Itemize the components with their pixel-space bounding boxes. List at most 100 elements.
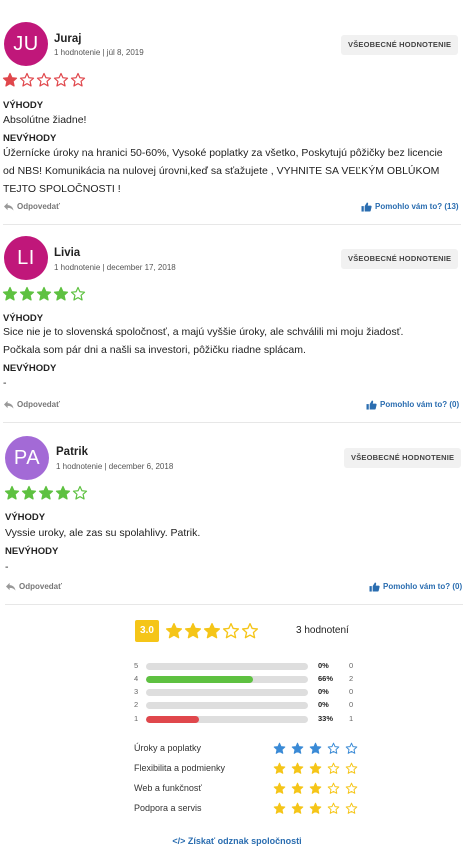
star-filled-icon <box>2 286 18 301</box>
criteria-stars <box>273 742 363 756</box>
cons-label: NEVÝHODY <box>5 546 59 557</box>
review-meta: 1 hodnotenie | júl 8, 2019 <box>54 48 144 57</box>
distribution-row[interactable]: 4 66% 2 <box>0 674 474 686</box>
avatar: PA <box>5 436 49 480</box>
thumbs-up-icon <box>369 582 380 592</box>
star-empty-icon <box>70 286 86 301</box>
dist-star-label: 3 <box>134 687 139 696</box>
star-filled-icon <box>55 485 71 500</box>
pros-text: Absolútne žiadne! <box>3 114 87 126</box>
review-card: LI Livia 1 hodnotenie | december 17, 201… <box>0 226 474 424</box>
reply-label: Odpovedať <box>17 400 60 409</box>
category-badge: VŠEOBECNÉ HODNOTENIE <box>341 35 459 55</box>
dist-bar-fill <box>146 676 253 683</box>
dist-star-label: 2 <box>134 700 139 709</box>
pros-label: VÝHODY <box>5 512 46 523</box>
criteria-label: Flexibilita a podmienky <box>134 763 226 773</box>
star-empty-icon <box>19 72 35 87</box>
star-empty-icon <box>222 622 240 639</box>
thumbs-up-icon <box>361 202 372 212</box>
summary-stars <box>165 622 260 639</box>
reply-button[interactable]: Odpovedať <box>5 582 62 591</box>
criteria-label: Web a funkčnosť <box>134 783 202 793</box>
score-badge: 3.0 <box>135 620 159 642</box>
star-empty-icon <box>345 782 358 794</box>
criteria-label: Podpora a servis <box>134 803 202 813</box>
thumbs-up-icon <box>366 400 377 410</box>
review-card: PA Patrik 1 hodnotenie | december 6, 201… <box>0 424 474 610</box>
get-badge-link[interactable]: </> Získať odznak spoločnosti <box>0 836 474 846</box>
criteria-stars <box>273 762 363 776</box>
reply-label: Odpovedať <box>17 202 60 211</box>
criteria-label: Úroky a poplatky <box>134 743 202 753</box>
helpful-label: Pomohlo vám to? (13) <box>375 202 459 212</box>
star-filled-icon <box>184 622 202 639</box>
star-empty-icon <box>327 782 340 794</box>
star-empty-icon <box>327 802 340 814</box>
star-empty-icon <box>327 762 340 774</box>
reply-button[interactable]: Odpovedať <box>3 400 60 409</box>
avatar: LI <box>4 236 48 280</box>
divider <box>3 224 461 225</box>
helpful-button[interactable]: Pomohlo vám to? (0) <box>366 400 459 410</box>
distribution-row[interactable]: 5 0% 0 <box>0 661 474 673</box>
star-filled-icon <box>273 802 286 814</box>
helpful-label: Pomohlo vám to? (0) <box>380 400 460 410</box>
reply-button[interactable]: Odpovedať <box>3 202 60 211</box>
review-stars <box>2 286 87 302</box>
star-filled-icon <box>309 802 322 814</box>
star-empty-icon <box>70 72 86 87</box>
star-filled-icon <box>21 485 37 500</box>
star-empty-icon <box>72 485 88 500</box>
distribution-row[interactable]: 3 0% 0 <box>0 687 474 699</box>
pros-text: Vyssie uroky, ale zas su spolahlivy. Pat… <box>5 527 201 539</box>
cons-text: Úžernícke úroky na hranici 50-60%, Vysok… <box>3 147 443 195</box>
star-filled-icon <box>273 762 286 774</box>
dist-bar-fill <box>146 716 200 723</box>
reviewer-name[interactable]: Juraj <box>54 33 82 45</box>
star-empty-icon <box>327 742 340 754</box>
helpful-button[interactable]: Pomohlo vám to? (0) <box>369 582 462 592</box>
category-badge: VŠEOBECNÉ HODNOTENIE <box>341 249 459 269</box>
star-filled-icon <box>291 782 304 794</box>
dist-count: 0 <box>349 700 354 709</box>
star-empty-icon <box>241 622 259 639</box>
star-filled-icon <box>19 286 35 301</box>
dist-count: 1 <box>349 714 354 723</box>
criteria-stars <box>273 802 363 816</box>
star-empty-icon <box>345 742 358 754</box>
dist-percent: 33% <box>318 714 334 723</box>
dist-percent: 66% <box>318 674 334 683</box>
dist-percent: 0% <box>318 687 329 696</box>
star-filled-icon <box>273 782 286 794</box>
reply-label: Odpovedať <box>19 582 62 591</box>
dist-star-label: 5 <box>134 661 139 670</box>
helpful-label: Pomohlo vám to? (0) <box>383 582 463 592</box>
reviewer-name[interactable]: Livia <box>54 247 80 259</box>
criteria-row: Flexibilita a podmienky <box>0 762 474 776</box>
cons-text: - <box>5 561 9 573</box>
star-filled-icon <box>38 485 54 500</box>
review-meta: 1 hodnotenie | december 17, 2018 <box>54 263 176 272</box>
reply-icon <box>4 203 14 211</box>
pros-text: Sice nie je to slovenská spoločnosť, a m… <box>3 326 404 356</box>
pros-label: VÝHODY <box>3 100 44 111</box>
helpful-button[interactable]: Pomohlo vám to? (13) <box>361 202 459 212</box>
cons-label: NEVÝHODY <box>3 133 57 144</box>
star-filled-icon <box>273 742 286 754</box>
dist-percent: 0% <box>318 661 329 670</box>
criteria-row: Úroky a poplatky <box>0 742 474 756</box>
star-filled-icon <box>309 742 322 754</box>
dist-count: 0 <box>349 687 354 696</box>
review-meta: 1 hodnotenie | december 6, 2018 <box>56 462 174 471</box>
star-empty-icon <box>345 802 358 814</box>
distribution-row[interactable]: 2 0% 0 <box>0 700 474 712</box>
star-empty-icon <box>345 762 358 774</box>
star-filled-icon <box>36 286 52 301</box>
review-card: JU Juraj 1 hodnotenie | júl 8, 2019 VŠEO… <box>0 0 474 226</box>
criteria-row: Podpora a servis <box>0 802 474 816</box>
reviewer-name[interactable]: Patrik <box>56 446 88 458</box>
criteria-row: Web a funkčnosť <box>0 782 474 796</box>
distribution-row[interactable]: 1 33% 1 <box>0 714 474 726</box>
dist-percent: 0% <box>318 700 329 709</box>
